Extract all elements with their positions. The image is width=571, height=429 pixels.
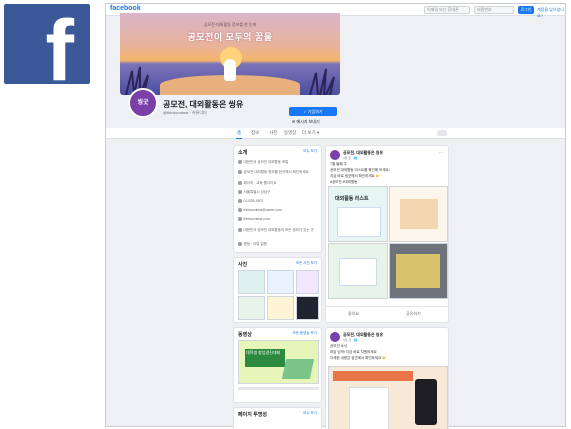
- transparency-title: 페이지 투명성: [238, 412, 267, 418]
- facebook-f-icon: f: [45, 4, 74, 84]
- website-icon: [238, 217, 242, 221]
- about-icon: [238, 228, 242, 232]
- phone-icon: [238, 199, 242, 203]
- email-icon: [238, 208, 242, 212]
- post-menu-icon[interactable]: ···: [439, 150, 444, 156]
- photo-thumbnail[interactable]: [238, 270, 265, 294]
- intro-title: 소개: [238, 150, 248, 156]
- photo-thumbnail[interactable]: [238, 296, 265, 320]
- info-icon: [238, 160, 242, 164]
- tab-about[interactable]: 정보: [251, 130, 259, 136]
- send-message-button[interactable]: ✉ 메시지 보내기: [292, 119, 320, 125]
- post-text-line: #공모전 #대외활동: [330, 180, 358, 184]
- rabbit-illustration: [224, 59, 236, 81]
- intro-row: 02-538-4907: [238, 199, 316, 204]
- page-avatar[interactable]: 씽굿: [128, 88, 158, 118]
- post-avatar[interactable]: [330, 150, 340, 160]
- location-icon: [238, 190, 242, 194]
- cover-subtitle: 공모전·대외활동 정보를 한 눈에: [203, 22, 257, 27]
- more-options-button[interactable]: [437, 130, 447, 136]
- active-tab-indicator: [236, 137, 242, 139]
- post-time[interactable]: 5일 전 · 🌐: [343, 338, 357, 342]
- like-button[interactable]: 좋아요: [348, 311, 359, 317]
- post-text-line: 마감 임박! 지금 바로 지원하세요: [330, 350, 377, 354]
- post-image[interactable]: [389, 186, 448, 242]
- page-name: 공모전, 대외활동은 씽유: [163, 100, 244, 109]
- photos-see-all-link[interactable]: 모든 사진 보기: [296, 261, 317, 266]
- videos-title: 동영상: [238, 332, 252, 338]
- intro-row: 공모전·대외활동 정보를 한곳에서 확인하세요: [238, 170, 316, 175]
- post-image[interactable]: 대외활동 리스트: [328, 186, 388, 242]
- cover-title: 공모전이 모두의 꿈을: [187, 32, 273, 42]
- post-image[interactable]: [389, 243, 448, 299]
- intro-row: 페이지 · 교육 웹사이트: [238, 181, 316, 186]
- photo-thumbnail[interactable]: [267, 296, 294, 320]
- post-image-content: [339, 258, 377, 286]
- intro-row: 대한민국 공모전 대외활동 포털: [238, 160, 316, 165]
- intro-row[interactable]: thinkcontest.com: [238, 217, 316, 222]
- post-divider: [326, 306, 448, 307]
- tab-home[interactable]: 홈: [237, 130, 241, 136]
- grass-right-icon: [309, 68, 335, 95]
- cover-photo[interactable]: 공모전·대외활동 정보를 한 눈에 공모전이 모두의 꿈을: [120, 13, 340, 95]
- photos-card: 사진 모든 사진 보기: [233, 257, 322, 323]
- forgot-account-link[interactable]: 계정을 잊으셨나요?: [537, 7, 565, 19]
- post-image[interactable]: [328, 366, 448, 429]
- signup-button[interactable]: ✓ 가입하기: [289, 107, 337, 116]
- post-text-line: 공모전 대외활동 리스트를 확인해 보세요!: [330, 168, 390, 172]
- facebook-wordmark[interactable]: facebook: [110, 5, 141, 12]
- photo-thumbnail[interactable]: [296, 296, 319, 320]
- facebook-logo: f: [4, 4, 90, 84]
- photo-thumbnail[interactable]: [267, 270, 294, 294]
- videos-card: 동영상 모든 동영상 보기 대학생 창업경진대회: [233, 327, 322, 403]
- post-text-line: 7월 둘째 주: [330, 162, 347, 166]
- videos-see-all-link[interactable]: 모든 동영상 보기: [293, 331, 318, 336]
- post-time[interactable]: 3일 전 · 🌐: [343, 156, 357, 160]
- share-button[interactable]: 공유하기: [406, 311, 421, 317]
- rating-icon: [238, 242, 242, 246]
- post-image-title: 대외활동 리스트: [335, 196, 369, 202]
- intro-card: 소개 모두 보기 대한민국 공모전 대외활동 포털 공모전·대외활동 정보를 한…: [233, 145, 322, 253]
- video-thumbnail[interactable]: 대학생 창업경진대회: [238, 340, 319, 384]
- post-text-line: 자세한 내용은 씽굿에서 확인하세요 👉: [330, 356, 387, 360]
- post-text-line: 공모전 소식: [330, 344, 348, 348]
- post-image-banner: [333, 371, 413, 381]
- video-title-overlay: 대학생 창업경진대회: [245, 349, 285, 367]
- tab-videos[interactable]: 동영상: [284, 130, 296, 136]
- post-avatar[interactable]: [330, 332, 340, 342]
- page-transparency-card: 페이지 투명성 모두 보기: [233, 407, 322, 429]
- photo-thumbnail[interactable]: [296, 270, 319, 294]
- password-field[interactable]: 비밀번호: [474, 6, 514, 14]
- category-icon: [238, 181, 242, 185]
- video-illustration: [281, 359, 315, 379]
- intro-see-all-link[interactable]: 모두 보기: [303, 149, 317, 154]
- post-text-line: 지금 바로 씽굿에서 확인하세요 👉: [330, 174, 381, 178]
- tab-more[interactable]: 더 보기 ▾: [302, 130, 319, 136]
- video-caption-line: [238, 387, 319, 390]
- post-image-content: [400, 199, 438, 229]
- tab-photos[interactable]: 사진: [269, 130, 277, 136]
- post-card: 공모전, 대외활동은 씽유 3일 전 · 🌐 ··· 7월 둘째 주 공모전 대…: [325, 145, 449, 323]
- post-image-content: [396, 254, 440, 288]
- photos-title: 사진: [238, 262, 248, 268]
- intro-row: 평점 · 리뷰 없음: [238, 242, 316, 247]
- post-image[interactable]: [328, 243, 388, 299]
- intro-row: 대한민국 공모전 대외활동의 모든 정보가 있는 곳: [238, 228, 316, 233]
- info-icon: [238, 170, 242, 174]
- login-button[interactable]: 로그인: [518, 6, 534, 14]
- phone-illustration: [415, 379, 437, 425]
- page-tabs: 홈 정보 사진 동영상 더 보기 ▾: [106, 128, 565, 139]
- post-image-content: [337, 207, 381, 237]
- post-card: 공모전, 대외활동은 씽유 5일 전 · 🌐 공모전 소식 마감 임박! 지금 …: [325, 327, 449, 429]
- transparency-see-all-link[interactable]: 모두 보기: [303, 411, 317, 416]
- page-handle: @thinkcontest · 커뮤니티: [163, 110, 207, 115]
- post-image-content: [349, 387, 389, 429]
- intro-row[interactable]: thinkcontest@naver.com: [238, 208, 316, 213]
- intro-row: 서울특별시 강남구: [238, 190, 316, 195]
- email-field[interactable]: 이메일 또는 휴대폰: [424, 6, 470, 14]
